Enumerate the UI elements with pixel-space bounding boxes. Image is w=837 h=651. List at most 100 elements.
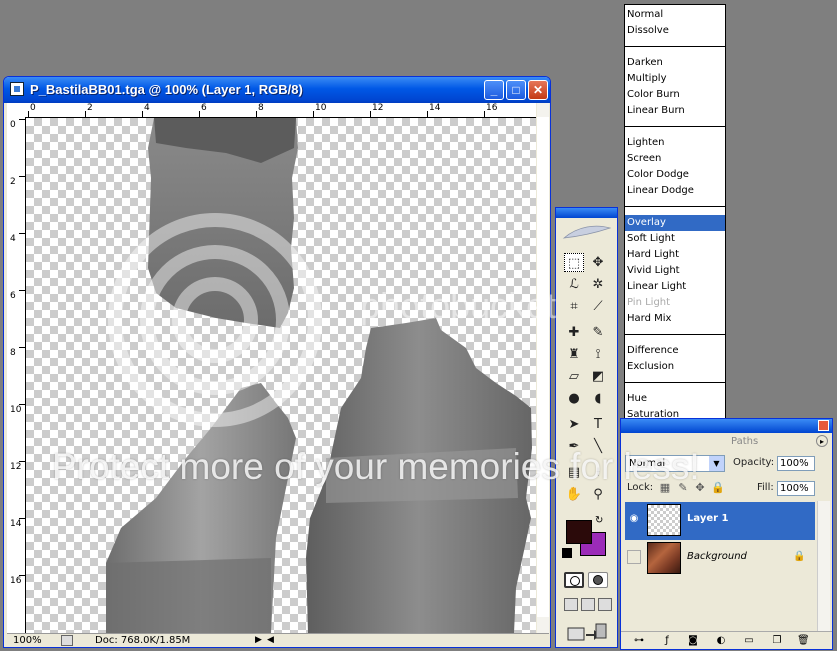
layer-style-icon[interactable]: ƒ [661, 635, 673, 647]
link-layers-icon[interactable]: ⊶ [633, 635, 645, 647]
blend-mode-normal[interactable]: Normal [625, 7, 725, 23]
jump-to-imageready-icon[interactable] [566, 622, 608, 642]
lock-all-icon[interactable]: 🔒 [711, 482, 725, 494]
blend-mode-select[interactable]: Normal ▼ [625, 455, 725, 472]
visibility-toggle[interactable] [627, 550, 641, 564]
tab-paths[interactable]: Paths [731, 435, 781, 449]
move-tool-icon[interactable]: ✥ [588, 253, 608, 272]
blend-mode-multiply[interactable]: Multiply [625, 71, 725, 87]
new-group-icon[interactable]: ▭ [743, 635, 755, 647]
standard-screen-mode-button[interactable] [564, 598, 578, 611]
scrollbar-thumb[interactable] [537, 117, 549, 617]
fill-input[interactable]: 100% [777, 481, 815, 496]
horizontal-ruler[interactable]: 0 2 4 6 8 10 12 14 16 [26, 103, 536, 118]
photoshop-feather-icon[interactable] [560, 222, 614, 242]
blend-mode-hard-light[interactable]: Hard Light [625, 247, 725, 263]
document-title: P_BastilaBB01.tga @ 100% (Layer 1, RGB/8… [30, 82, 303, 97]
history-brush-tool-icon[interactable]: ⟟ [588, 345, 608, 364]
chevron-down-icon[interactable]: ▼ [709, 456, 724, 471]
blend-mode-exclusion[interactable]: Exclusion [625, 359, 725, 375]
blend-mode-soft-light[interactable]: Soft Light [625, 231, 725, 247]
blend-mode-darken[interactable]: Darken [625, 55, 725, 71]
maximize-button[interactable]: □ [506, 80, 526, 100]
crop-tool-icon[interactable]: ⌗ [564, 297, 584, 316]
new-layer-icon[interactable]: ❐ [771, 635, 783, 647]
blend-mode-color-dodge[interactable]: Color Dodge [625, 167, 725, 183]
dodge-tool-icon[interactable]: ◖ [588, 389, 608, 408]
blend-mode-dissolve[interactable]: Dissolve [625, 23, 725, 39]
zoom-level[interactable]: 100% [13, 634, 53, 647]
magic-wand-tool-icon[interactable]: ✲ [588, 275, 608, 294]
opacity-input[interactable]: 100% [777, 456, 815, 471]
full-screen-mode-button[interactable] [598, 598, 612, 611]
toolbox-title-bar[interactable] [556, 208, 617, 218]
quick-mask-mode-button[interactable] [588, 572, 608, 588]
blend-mode-pin-light[interactable]: Pin Light [625, 295, 725, 311]
paint-bucket-tool-icon[interactable]: ◩ [588, 367, 608, 386]
standard-mode-button[interactable] [564, 572, 584, 588]
eye-icon[interactable]: ◉ [627, 512, 641, 526]
eyedropper-tool-icon[interactable]: ⟊ [588, 463, 608, 482]
slice-tool-icon[interactable]: ⟋ [588, 297, 608, 316]
lasso-tool-icon[interactable]: ℒ [564, 275, 584, 294]
default-colors-icon[interactable] [562, 548, 572, 558]
layers-scrollbar[interactable] [817, 501, 830, 631]
navigator-icon[interactable] [61, 635, 73, 646]
close-button[interactable]: ✕ [528, 80, 548, 100]
lock-position-icon[interactable]: ✥ [694, 482, 706, 494]
blend-mode-difference[interactable]: Difference [625, 343, 725, 359]
layer-mask-icon[interactable]: ◙ [687, 635, 699, 647]
foreground-color-swatch[interactable] [566, 520, 592, 544]
notes-tool-icon[interactable]: ▤ [564, 463, 584, 482]
vertical-scrollbar[interactable] [537, 103, 549, 633]
blend-mode-hard-mix[interactable]: Hard Mix [625, 311, 725, 327]
trash-icon[interactable]: 🗑 [797, 635, 810, 647]
hand-tool-icon[interactable]: ✋ [564, 485, 584, 504]
blend-mode-linear-dodge[interactable]: Linear Dodge [625, 183, 725, 199]
ruler-origin[interactable] [7, 103, 26, 118]
blur-tool-icon[interactable]: ● [564, 389, 584, 408]
minimize-button[interactable]: _ [484, 80, 504, 100]
document-info: Doc: 768.0K/1.85M [95, 635, 191, 646]
layer-row-background[interactable]: Background 🔒 [625, 540, 815, 578]
eraser-tool-icon[interactable]: ▱ [564, 367, 584, 386]
blend-mode-linear-light[interactable]: Linear Light [625, 279, 725, 295]
type-tool-icon[interactable]: T [588, 415, 608, 434]
line-tool-icon[interactable]: ╲ [588, 437, 608, 456]
blend-mode-overlay[interactable]: Overlay [625, 215, 725, 231]
panel-menu-icon[interactable]: ▸ [816, 435, 828, 447]
lock-transparency-icon[interactable]: ▦ [659, 482, 671, 494]
blend-mode-hue[interactable]: Hue [625, 391, 725, 407]
blend-mode-vivid-light[interactable]: Vivid Light [625, 263, 725, 279]
texture-artwork [106, 118, 532, 633]
scroll-left-icon[interactable]: ◀ [267, 634, 281, 647]
full-screen-menu-mode-button[interactable] [581, 598, 595, 611]
marquee-tool-icon[interactable]: ⬚ [564, 253, 584, 272]
clone-stamp-tool-icon[interactable]: ♜ [564, 345, 584, 364]
layer-row-layer-1[interactable]: ◉ Layer 1 [625, 502, 815, 540]
layers-panel: Paths ▸ Normal ▼ Opacity: 100% Lock: ▦ ✎… [620, 418, 833, 650]
layers-panel-title-bar[interactable] [621, 419, 832, 433]
blend-mode-color-burn[interactable]: Color Burn [625, 87, 725, 103]
vertical-ruler[interactable]: 0 2 4 6 8 10 12 14 16 [7, 117, 26, 633]
document-title-bar[interactable]: P_BastilaBB01.tga @ 100% (Layer 1, RGB/8… [4, 77, 550, 103]
healing-brush-tool-icon[interactable]: ✚ [564, 323, 584, 342]
status-bar: 100% Doc: 768.0K/1.85M ▶ ◀ [7, 633, 549, 647]
status-menu-arrow-icon[interactable]: ▶ [255, 634, 262, 647]
brush-tool-icon[interactable]: ✎ [588, 323, 608, 342]
document-window[interactable]: P_BastilaBB01.tga @ 100% (Layer 1, RGB/8… [3, 76, 551, 648]
pen-tool-icon[interactable]: ✒ [564, 437, 584, 456]
blend-mode-menu[interactable]: Normal Dissolve Darken Multiply Color Burn Li… [624, 4, 726, 454]
zoom-tool-icon[interactable]: ⚲ [588, 485, 608, 504]
image-canvas[interactable] [26, 118, 536, 633]
ruler-tick [19, 233, 25, 234]
ruler-tick [19, 119, 25, 120]
blend-mode-linear-burn[interactable]: Linear Burn [625, 103, 725, 119]
path-selection-tool-icon[interactable]: ➤ [564, 415, 584, 434]
layers-panel-close-button[interactable] [818, 420, 829, 431]
adjustment-layer-icon[interactable]: ◐ [715, 635, 727, 647]
lock-image-icon[interactable]: ✎ [677, 482, 689, 494]
swap-colors-icon[interactable]: ↻ [595, 515, 603, 526]
blend-mode-lighten[interactable]: Lighten [625, 135, 725, 151]
blend-mode-screen[interactable]: Screen [625, 151, 725, 167]
